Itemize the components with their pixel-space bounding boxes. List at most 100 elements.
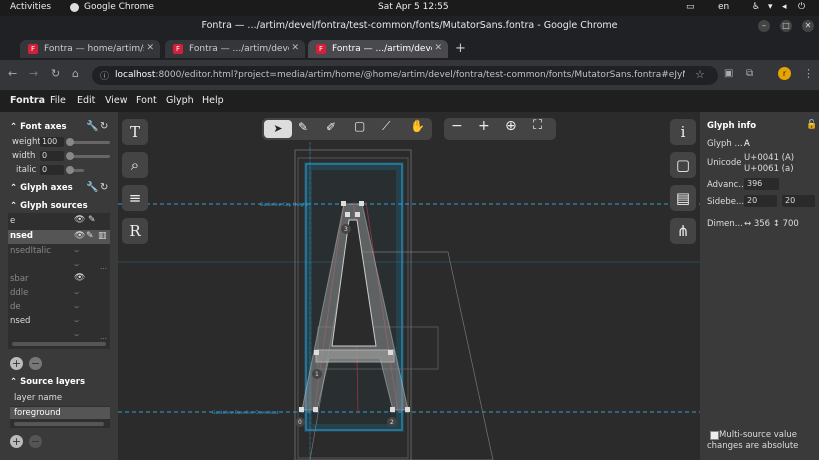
font-axes-header[interactable]: ⌃ Font axes xyxy=(10,122,67,132)
axis-slider-italic-knob[interactable] xyxy=(66,166,74,174)
hidden-eye-icon[interactable]: ⌣ xyxy=(74,302,79,312)
menu-glyph[interactable]: Glyph xyxy=(166,95,194,106)
clock[interactable]: Sat Apr 5 12:55 xyxy=(378,2,449,12)
source-layers-header[interactable]: ⌃ Source layers xyxy=(10,377,85,387)
wrench-icon[interactable]: 🔧 xyxy=(86,121,98,132)
reset-icon[interactable]: ↻ xyxy=(100,182,108,193)
visibility-eye-icon[interactable]: 👁 xyxy=(74,215,85,225)
font-info-icon[interactable]: ▤ xyxy=(670,185,696,211)
profile-avatar[interactable]: r xyxy=(778,67,791,80)
edit-pencil-icon[interactable]: ✎ xyxy=(86,231,94,241)
hidden-eye-icon[interactable]: ⌣ xyxy=(74,288,79,298)
zoom-in-icon[interactable]: + xyxy=(478,118,490,134)
menu-edit[interactable]: Edit xyxy=(77,95,95,106)
advance-width-input[interactable]: 396 xyxy=(744,178,779,190)
activities-button[interactable]: Activities xyxy=(10,2,51,12)
source-item[interactable]: ddle xyxy=(10,288,28,298)
source-item[interactable]: e xyxy=(10,216,15,226)
axis-value-italic[interactable]: 0 xyxy=(40,165,64,175)
multisource-note[interactable]: Multi-source value changes are absolute xyxy=(707,430,807,452)
menu-help[interactable]: Help xyxy=(202,95,224,106)
tab-search-icon[interactable]: ▣ xyxy=(724,68,733,79)
close-tab-icon[interactable]: ✕ xyxy=(146,43,154,53)
add-layer-button[interactable]: + xyxy=(10,435,23,448)
browser-tab-2[interactable]: F Fontra — .../artim/devel ✕ xyxy=(165,40,305,58)
glyph-axes-header[interactable]: ⌃ Glyph axes xyxy=(10,183,73,193)
right-sidebearing-input[interactable]: 20 xyxy=(782,195,815,207)
app-brand[interactable]: Fontra xyxy=(10,95,45,106)
axis-value-width[interactable]: 0 xyxy=(40,151,64,161)
hand-tool-icon[interactable]: ✋ xyxy=(410,119,425,133)
menu-view[interactable]: View xyxy=(105,95,128,106)
language-indicator[interactable]: en xyxy=(718,2,729,12)
hidden-eye-icon[interactable]: ⌣ xyxy=(74,260,79,270)
text-tool-button[interactable]: T xyxy=(122,119,148,145)
hidden-eye-icon[interactable]: ⌣ xyxy=(74,246,79,256)
volume-icon[interactable]: ◂ xyxy=(782,2,787,12)
glyph-A-crossbar[interactable] xyxy=(315,349,395,363)
references-icon[interactable]: R xyxy=(122,218,148,244)
menu-font[interactable]: Font xyxy=(136,95,157,106)
home-icon[interactable]: ⌂ xyxy=(72,67,79,80)
selection-info-icon[interactable]: ▢ xyxy=(670,152,696,178)
lock-icon[interactable]: 🔓 xyxy=(806,120,817,130)
browser-tab-1[interactable]: F Fontra — home/artim/s ✕ xyxy=(20,40,160,58)
related-glyphs-icon[interactable]: ⋔ xyxy=(670,218,696,244)
reset-icon[interactable]: ↻ xyxy=(100,121,108,132)
zoom-fit-selection-icon[interactable]: ⊕ xyxy=(505,118,517,134)
monitor-icon[interactable]: ▭ xyxy=(686,2,695,12)
source-item[interactable]: nsed xyxy=(10,316,30,326)
pen-tool-icon[interactable]: ✎ xyxy=(298,120,308,134)
axis-slider-weight-knob[interactable] xyxy=(66,138,74,146)
axis-slider-weight[interactable] xyxy=(68,141,110,144)
maximize-button[interactable]: □ xyxy=(780,20,792,32)
new-tab-button[interactable]: + xyxy=(455,41,466,56)
more-icon[interactable]: … xyxy=(100,333,107,341)
more-icon[interactable]: … xyxy=(100,263,107,271)
url-text[interactable]: localhost:8000/editor.html?project=media… xyxy=(115,70,685,80)
remove-layer-button[interactable]: − xyxy=(29,435,42,448)
hidden-eye-icon[interactable]: ⌣ xyxy=(74,316,79,326)
edit-pencil-icon[interactable]: ✎ xyxy=(88,215,96,225)
bookmark-star-icon[interactable]: ☆ xyxy=(695,68,705,81)
glyph-canvas-svg[interactable]: Guideline Cap Height Guideline Baseline … xyxy=(118,112,700,460)
horizontal-scrollbar[interactable] xyxy=(12,342,106,346)
extensions-icon[interactable]: ⧉ xyxy=(746,68,753,79)
chrome-menu-icon[interactable]: ⋮ xyxy=(803,67,814,80)
search-icon[interactable]: ⌕ xyxy=(122,152,148,178)
shape-tool-icon[interactable]: ▢ xyxy=(354,119,365,133)
visibility-eye-icon[interactable]: 👁 xyxy=(74,231,85,241)
glyph-sources-header[interactable]: ⌃ Glyph sources xyxy=(10,201,88,211)
close-window-button[interactable]: ✕ xyxy=(802,20,814,32)
browser-tab-3[interactable]: F Fontra — .../artim/devel ✕ xyxy=(308,40,448,58)
ruler-tool-icon[interactable]: ⟋ xyxy=(382,119,390,134)
back-icon[interactable]: ← xyxy=(8,67,17,80)
zoom-fit-icon[interactable]: ⛶ xyxy=(533,118,542,133)
close-tab-icon[interactable]: ✕ xyxy=(291,43,299,53)
wrench-icon[interactable]: 🔧 xyxy=(86,182,98,193)
active-app-label[interactable]: Google Chrome xyxy=(84,2,154,12)
menu-file[interactable]: File xyxy=(50,95,66,106)
axis-slider-width[interactable] xyxy=(68,155,110,158)
reload-icon[interactable]: ↻ xyxy=(51,67,60,80)
network-icon[interactable]: ▾ xyxy=(768,2,773,12)
source-item[interactable]: sbar xyxy=(10,274,29,284)
zoom-out-icon[interactable]: − xyxy=(451,118,463,134)
source-item[interactable]: nsed xyxy=(10,231,33,241)
minimize-button[interactable]: – xyxy=(758,20,770,32)
forward-icon[interactable]: → xyxy=(29,67,38,80)
axis-value-weight[interactable]: 100 xyxy=(40,137,64,147)
accessibility-icon[interactable]: ♿ xyxy=(752,2,760,12)
knife-tool-icon[interactable]: ✐ xyxy=(326,120,336,134)
layers-icon[interactable]: ▥ xyxy=(98,231,107,241)
source-item[interactable]: de xyxy=(10,302,21,312)
layer-item[interactable]: foreground xyxy=(14,408,61,418)
left-sidebearing-input[interactable]: 20 xyxy=(744,195,777,207)
glyph-info-icon[interactable]: i xyxy=(670,119,696,145)
hidden-eye-icon[interactable]: ⌣ xyxy=(74,330,79,340)
visibility-eye-icon[interactable]: 👁 xyxy=(74,273,85,283)
horizontal-scrollbar[interactable] xyxy=(14,422,104,426)
axis-slider-width-knob[interactable] xyxy=(66,152,74,160)
power-icon[interactable]: ⏻ xyxy=(798,2,805,12)
close-tab-icon[interactable]: ✕ xyxy=(434,43,442,53)
